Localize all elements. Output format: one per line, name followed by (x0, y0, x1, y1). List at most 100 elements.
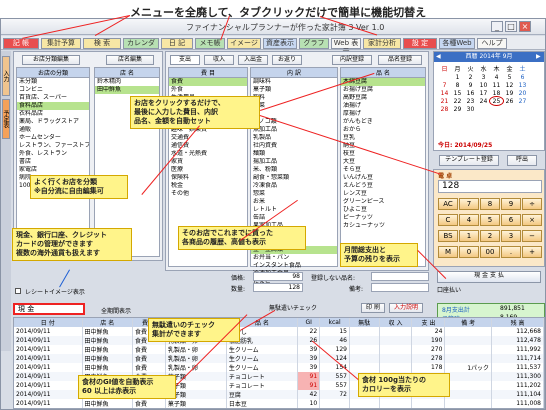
menu-tab-8[interactable]: グラフ (299, 38, 329, 49)
calc-key[interactable]: + (522, 246, 542, 258)
calc-key[interactable]: 3 (501, 230, 521, 242)
breakdown-item[interactable]: レトルト (251, 206, 337, 214)
expense-category-item[interactable]: 医療 (169, 166, 247, 174)
input-help-button[interactable]: 入力説明 (389, 303, 423, 313)
menu-tab-11[interactable]: 設 定 (403, 38, 437, 49)
shop-category-item[interactable]: 未分類 (17, 78, 89, 86)
menu-tab-13[interactable]: ヘルプ (477, 38, 507, 49)
table-row[interactable]: 2014/09/11 田中鮮魚 食費 菓子類 日本豆 10 111,008 (14, 399, 544, 408)
menu-tab-6[interactable]: イメージ (227, 38, 261, 49)
note-input[interactable] (371, 283, 429, 292)
table-row[interactable]: 2014/09/11 田中鮮魚 食費 乳製品・卵 生クリーム 39 124 278 111,71… (14, 354, 544, 363)
calc-key[interactable]: 4 (459, 214, 479, 226)
side-tab-schedule[interactable]: 予定表 (2, 99, 10, 139)
shop-name-item[interactable]: 鈴木精肉 (95, 78, 159, 86)
calendar-day[interactable]: 12 (503, 81, 516, 89)
calc-key[interactable]: × (522, 214, 542, 226)
menu-tab-9[interactable]: Web 表示 (331, 38, 361, 56)
shop-category-item[interactable]: 通販 (17, 126, 89, 134)
calendar-day[interactable]: 6 (516, 73, 529, 81)
expense-category-item[interactable]: その他 (169, 190, 247, 198)
product-item[interactable]: 厚揚げ (341, 110, 425, 118)
calendar-day[interactable]: 27 (516, 97, 529, 105)
calc-key[interactable]: BS (438, 230, 458, 242)
column-header[interactable]: 残 高 (491, 318, 544, 327)
print-button[interactable]: 印 刷 (361, 303, 385, 313)
product-item[interactable]: えんどう豆 (341, 182, 425, 190)
menu-tab-10[interactable]: 家計分析 (363, 38, 401, 49)
column-header[interactable]: 支 出 (411, 318, 446, 327)
template-recall-button[interactable]: 呼出 (507, 155, 537, 166)
price-input[interactable]: 98 (253, 272, 303, 281)
calendar-day[interactable]: 2 (464, 73, 477, 81)
shop-category-item[interactable]: レストラン、ファーストフード (17, 142, 89, 150)
calc-key[interactable]: − (522, 230, 542, 242)
calendar-day[interactable]: 11 (490, 81, 503, 89)
calendar-day[interactable]: 1 (451, 73, 464, 81)
calendar-day[interactable]: 28 (438, 105, 451, 113)
shop-category-item[interactable]: 食料品店 (17, 102, 89, 110)
product-register-button[interactable]: 品名登録 (378, 55, 422, 65)
calendar-day[interactable]: 18 (490, 89, 503, 97)
expense-category-item[interactable]: 税金 (169, 182, 247, 190)
cash-payment-button[interactable]: 現 金 支 払 (437, 271, 541, 283)
calc-key[interactable]: 7 (459, 198, 479, 210)
side-tab-input[interactable]: 入力 (2, 56, 10, 96)
item-tab-1[interactable]: 収入 (204, 55, 234, 65)
calc-key[interactable]: 6 (501, 214, 521, 226)
menu-tab-2[interactable]: 検 索 (83, 38, 121, 49)
menu-tab-0[interactable]: 記 帳 (3, 38, 39, 49)
menu-tab-3[interactable]: カレンダー (123, 38, 159, 56)
calc-key[interactable]: AC (438, 198, 458, 210)
shop-category-item[interactable]: コンビニ (17, 86, 89, 94)
calendar-day[interactable]: 21 (438, 97, 451, 105)
calendar-day[interactable]: 7 (438, 81, 451, 89)
calc-key[interactable]: 8 (480, 198, 500, 210)
expense-category-item[interactable]: 食費 (169, 78, 247, 86)
expense-category-item[interactable]: 交通費 (169, 134, 247, 142)
expense-category-item[interactable]: 保険料 (169, 174, 247, 182)
calendar-day[interactable]: 30 (464, 105, 477, 113)
receipt-checkbox[interactable] (15, 288, 21, 294)
shop-category-item[interactable]: 外食、レストラン (17, 150, 89, 158)
shop-category-item[interactable]: 薬局、ドラッグストア (17, 118, 89, 126)
breakdown-item[interactable]: 惣菜 (251, 190, 337, 198)
expense-category-item[interactable]: 外食 (169, 86, 247, 94)
table-row[interactable]: 2014/09/11 田中鮮魚 食費 乳製品・卵 生クリーム 39 154 178 1パック 11… (14, 363, 544, 372)
breakdown-item[interactable]: 調味料 (251, 78, 337, 86)
calendar-day[interactable]: 8 (451, 81, 464, 89)
shop-name-edit-button[interactable]: 店名編集 (106, 55, 154, 65)
breakdown-item[interactable]: 揚加工品 (251, 158, 337, 166)
product-item[interactable]: 油揚げ (341, 102, 425, 110)
calendar-day[interactable]: 24 (477, 97, 490, 105)
product-item[interactable]: がんもどき (341, 118, 425, 126)
product-item[interactable]: ピーナッツ (341, 214, 425, 222)
calendar-day[interactable]: 16 (464, 89, 477, 97)
maximize-button[interactable]: □ (505, 21, 517, 32)
column-header[interactable]: 店 名 (82, 318, 133, 327)
shop-category-item[interactable]: ホームセンター (17, 134, 89, 142)
calendar-day[interactable]: 23 (464, 97, 477, 105)
calendar-day[interactable]: 17 (477, 89, 490, 97)
menu-tab-12[interactable]: 各種Web (439, 38, 475, 49)
table-row[interactable]: 2014/09/11田中鮮魚食費野菜類もやし221524112,668 (14, 327, 544, 336)
receipt-toggle[interactable]: レシートイメージ表示 (15, 287, 135, 297)
item-tab-3[interactable]: お返り (272, 55, 302, 65)
minimize-button[interactable]: _ (491, 21, 503, 32)
column-header[interactable]: 日 付 (14, 318, 83, 327)
column-header[interactable]: 備 考 (444, 318, 493, 327)
breakdown-item[interactable]: 副食・惣菜類 (251, 174, 337, 182)
product-item[interactable]: いんげん豆 (341, 174, 425, 182)
calendar-day[interactable]: 4 (490, 73, 503, 81)
product-item[interactable]: 豆乳 (341, 134, 425, 142)
shop-category-item[interactable]: 百貨店、スーパー (17, 94, 89, 102)
breakdown-register-button[interactable]: 内訳登録 (332, 55, 372, 65)
breakdown-item[interactable]: 社内資費 (251, 142, 337, 150)
calc-key[interactable]: 9 (501, 198, 521, 210)
calendar-day[interactable]: 13 (516, 81, 529, 89)
calc-key[interactable]: 0 (459, 246, 479, 258)
expense-category-item[interactable]: 水道・光熱費 (169, 150, 247, 158)
product-item[interactable]: 高野豆腐 (341, 94, 425, 102)
breakdown-item[interactable]: キノコ類 (251, 118, 337, 126)
breakdown-item[interactable]: 米、粉類 (251, 166, 337, 174)
